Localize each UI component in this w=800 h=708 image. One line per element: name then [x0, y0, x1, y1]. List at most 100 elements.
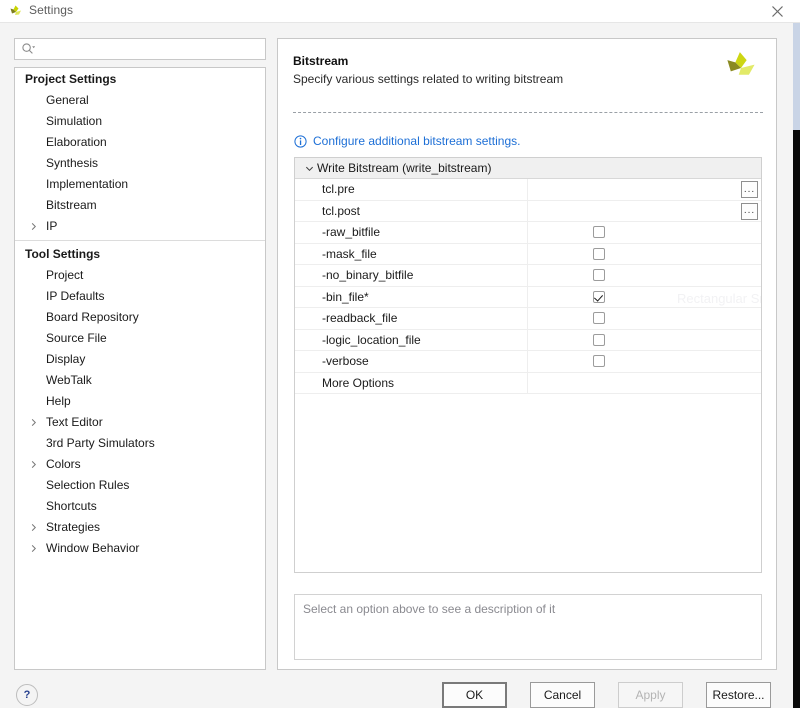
- sidebar-item-project[interactable]: Project: [15, 265, 265, 286]
- sidebar-item-label: Colors: [46, 457, 81, 471]
- sidebar-item-colors[interactable]: Colors: [15, 454, 265, 475]
- option-label: -readback_file: [322, 311, 398, 326]
- option-value-cell[interactable]: [527, 265, 761, 286]
- option-row-readback-file[interactable]: -readback_file: [295, 308, 761, 330]
- ok-button[interactable]: OK: [442, 682, 507, 708]
- search-input[interactable]: [35, 40, 265, 58]
- sidebar-item-bitstream[interactable]: Bitstream: [15, 195, 265, 216]
- settings-detail-panel: Bitstream Specify various settings relat…: [277, 38, 777, 670]
- sidebar-item-display[interactable]: Display: [15, 349, 265, 370]
- sidebar-item-label: Shortcuts: [46, 499, 97, 513]
- option-value-cell[interactable]: [527, 372, 761, 393]
- sidebar-item-label: IP Defaults: [46, 289, 105, 303]
- vivado-logo-icon: [8, 4, 24, 20]
- checkbox-mask-file[interactable]: [592, 247, 605, 260]
- bitstream-options-table: Write Bitstream (write_bitstream) tcl.pr…: [294, 157, 762, 573]
- sidebar-item-strategies[interactable]: Strategies: [15, 517, 265, 538]
- configure-bitstream-link-row[interactable]: Configure additional bitstream settings.: [294, 134, 520, 148]
- option-row-verbose[interactable]: -verbose: [295, 351, 761, 373]
- chevron-right-icon[interactable]: [29, 538, 39, 559]
- close-icon[interactable]: [760, 0, 794, 23]
- tree-group-divider: [15, 240, 265, 241]
- apply-button: Apply: [618, 682, 683, 708]
- help-button[interactable]: ?: [16, 684, 38, 706]
- checkbox-verbose[interactable]: [592, 355, 605, 368]
- browse-button-tcl-post[interactable]: ...: [741, 202, 758, 220]
- option-value-cell[interactable]: [527, 308, 761, 329]
- page-title: Bitstream: [293, 54, 349, 68]
- option-description-box: Select an option above to see a descript…: [294, 594, 762, 660]
- checkbox-no-binary-bitfile[interactable]: [592, 269, 605, 282]
- sidebar-item-text-editor[interactable]: Text Editor: [15, 412, 265, 433]
- chevron-right-icon[interactable]: [29, 216, 39, 237]
- sidebar-item-synthesis[interactable]: Synthesis: [15, 153, 265, 174]
- option-row-tcl-pre[interactable]: tcl.pre...: [295, 179, 761, 201]
- header-divider: [293, 112, 763, 113]
- checkbox-bin-file[interactable]: [592, 290, 605, 303]
- button-label: OK: [465, 688, 484, 702]
- option-row-tcl-post[interactable]: tcl.post...: [295, 200, 761, 222]
- sidebar-item-label: Selection Rules: [46, 478, 130, 492]
- chevron-down-icon[interactable]: [303, 162, 315, 174]
- sidebar-item-shortcuts[interactable]: Shortcuts: [15, 496, 265, 517]
- sidebar-item-source-file[interactable]: Source File: [15, 328, 265, 349]
- option-value-cell[interactable]: [527, 329, 761, 350]
- sidebar-item-ip[interactable]: IP: [15, 216, 265, 237]
- option-row-raw-bitfile[interactable]: -raw_bitfile: [295, 222, 761, 244]
- sidebar-item-webtalk[interactable]: WebTalk: [15, 370, 265, 391]
- option-row-mask-file[interactable]: -mask_file: [295, 243, 761, 265]
- checkbox-readback-file[interactable]: [592, 312, 605, 325]
- option-value-cell[interactable]: ...: [527, 179, 761, 200]
- configure-bitstream-link[interactable]: Configure additional bitstream settings.: [313, 134, 520, 148]
- sidebar-item-3rd-party-simulators[interactable]: 3rd Party Simulators: [15, 433, 265, 454]
- option-value-cell[interactable]: [527, 286, 761, 307]
- sidebar-item-label: WebTalk: [46, 373, 92, 387]
- button-label: Restore...: [712, 688, 765, 702]
- chevron-right-icon[interactable]: [29, 517, 39, 538]
- chevron-right-icon[interactable]: [29, 412, 39, 433]
- window-title: Settings: [29, 3, 74, 17]
- option-row-bin-file[interactable]: -bin_file*: [295, 286, 761, 308]
- option-label: -bin_file*: [322, 289, 369, 304]
- option-row-more-options[interactable]: More Options: [295, 372, 761, 394]
- search-box[interactable]: [14, 38, 266, 60]
- checkbox-raw-bitfile[interactable]: [592, 226, 605, 239]
- option-row-no-binary-bitfile[interactable]: -no_binary_bitfile: [295, 265, 761, 287]
- restore-button[interactable]: Restore...: [706, 682, 771, 708]
- sidebar-item-elaboration[interactable]: Elaboration: [15, 132, 265, 153]
- dialog-body: Project Settings General Simulation Elabora…: [0, 23, 793, 708]
- button-label: Apply: [635, 688, 666, 702]
- checkbox-logic-location-file[interactable]: [592, 333, 605, 346]
- options-group-label: Write Bitstream (write_bitstream): [317, 161, 492, 175]
- option-label: -logic_location_file: [322, 332, 421, 347]
- sidebar-item-selection-rules[interactable]: Selection Rules: [15, 475, 265, 496]
- chevron-right-icon[interactable]: [29, 454, 39, 475]
- option-row-logic-location-file[interactable]: -logic_location_file: [295, 329, 761, 351]
- sidebar-item-label: Source File: [46, 331, 107, 345]
- settings-dialog-window: Settings Project Settings General Simula…: [0, 0, 800, 708]
- option-label: -raw_bitfile: [322, 225, 381, 240]
- sidebar-item-board-repository[interactable]: Board Repository: [15, 307, 265, 328]
- sidebar-item-implementation[interactable]: Implementation: [15, 174, 265, 195]
- browse-button-tcl-pre[interactable]: ...: [741, 181, 758, 198]
- settings-tree[interactable]: Project Settings General Simulation Elabora…: [14, 67, 266, 670]
- sidebar-item-simulation[interactable]: Simulation: [15, 111, 265, 132]
- cancel-button[interactable]: Cancel: [530, 682, 595, 708]
- sidebar-item-label: Text Editor: [46, 415, 103, 429]
- sidebar-item-help[interactable]: Help: [15, 391, 265, 412]
- settings-sidebar: Project Settings General Simulation Elabora…: [14, 38, 266, 670]
- sidebar-item-label: General: [46, 93, 89, 107]
- sidebar-item-ip-defaults[interactable]: IP Defaults: [15, 286, 265, 307]
- options-group-header[interactable]: Write Bitstream (write_bitstream): [295, 158, 761, 179]
- sidebar-item-general[interactable]: General: [15, 90, 265, 111]
- button-label: Cancel: [543, 688, 582, 702]
- option-value-cell[interactable]: [527, 351, 761, 372]
- option-value-cell[interactable]: [527, 222, 761, 243]
- option-value-cell[interactable]: [527, 243, 761, 264]
- sidebar-item-window-behavior[interactable]: Window Behavior: [15, 538, 265, 559]
- dialog-button-bar: OK Cancel Apply Restore...: [442, 682, 771, 708]
- sidebar-item-label: Implementation: [46, 177, 129, 191]
- option-label: tcl.pre: [322, 182, 355, 197]
- sidebar-item-label: 3rd Party Simulators: [46, 436, 155, 450]
- option-value-cell[interactable]: ...: [527, 200, 761, 221]
